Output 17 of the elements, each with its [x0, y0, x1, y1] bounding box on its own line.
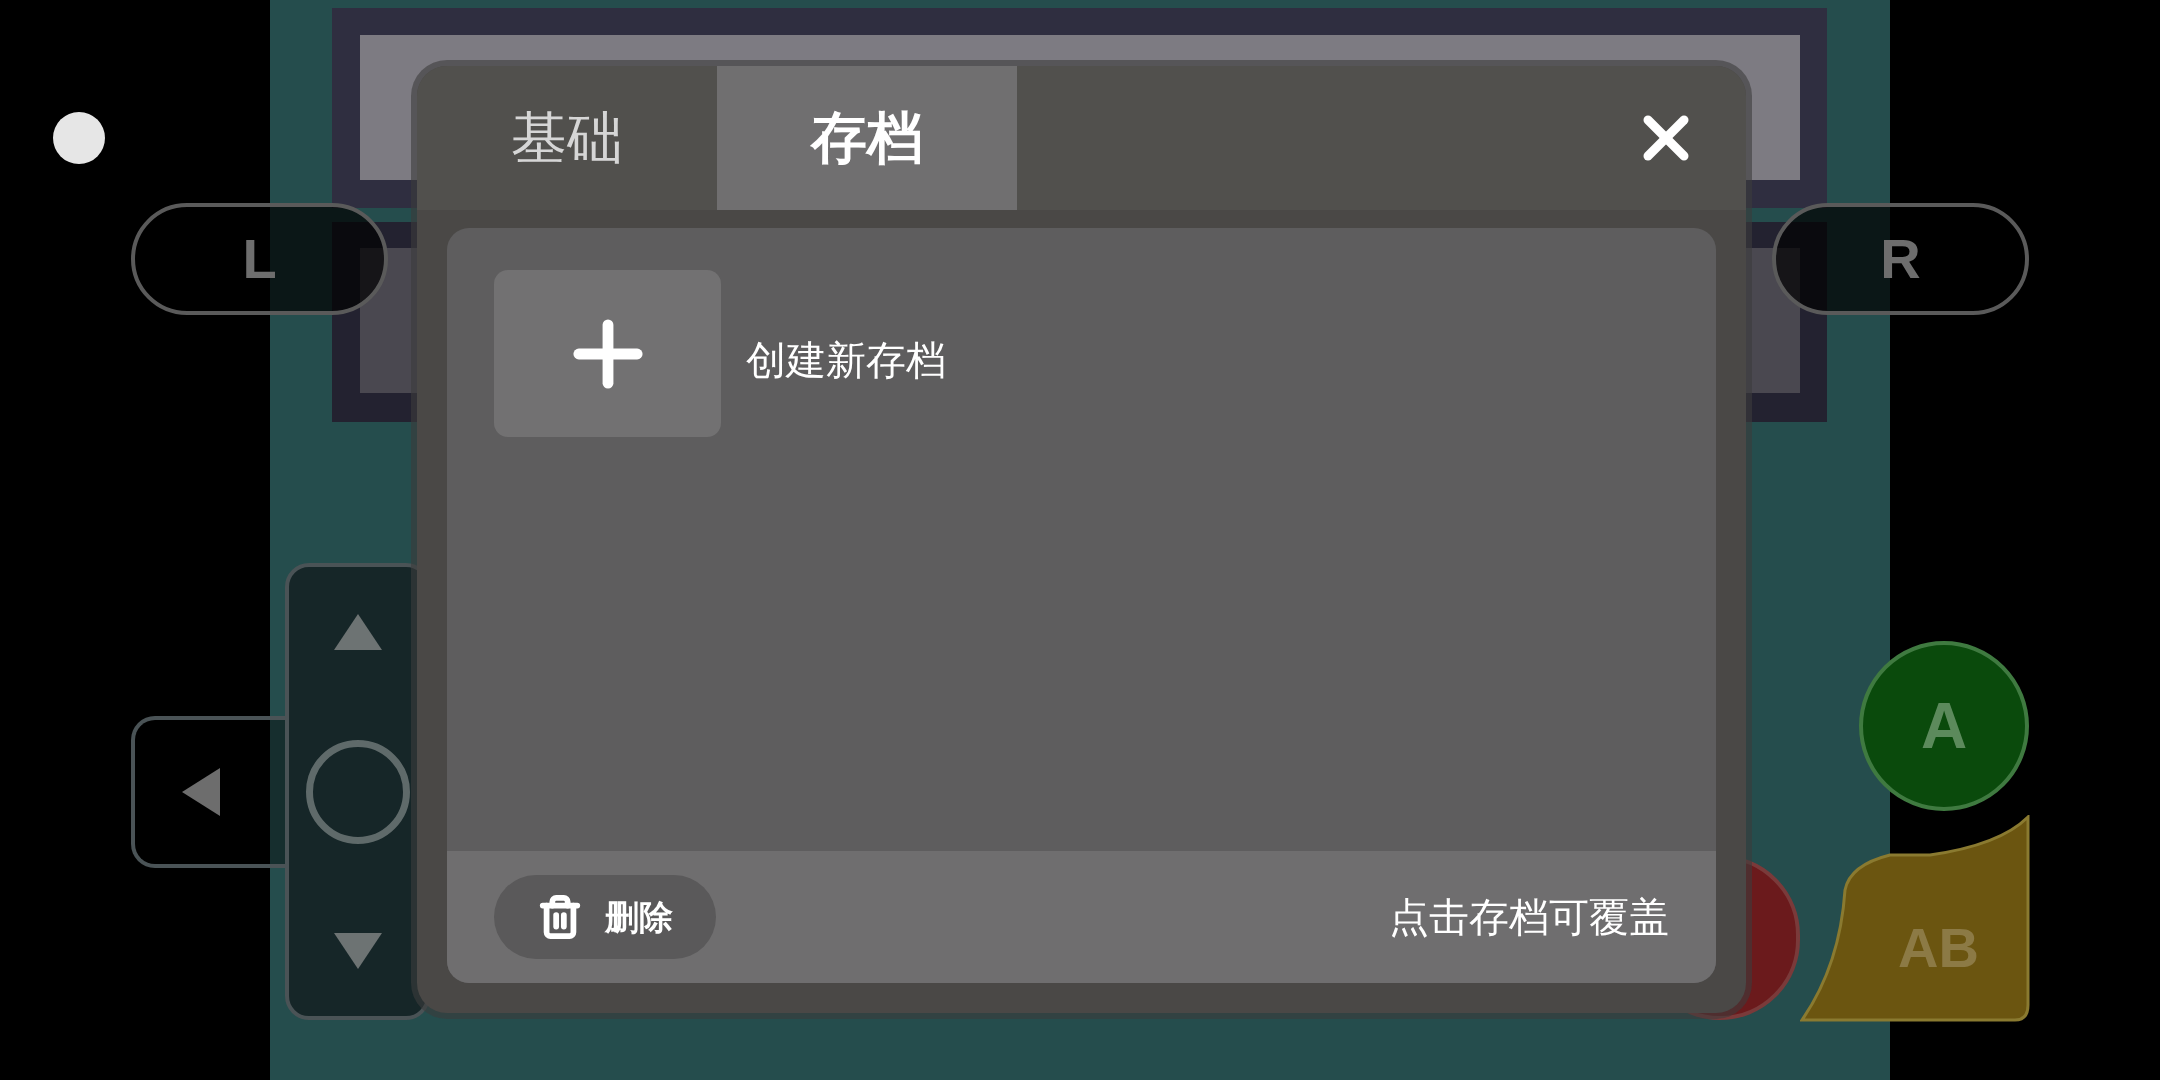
a-button[interactable]: A: [1859, 641, 2029, 811]
delete-button[interactable]: 删除: [494, 875, 716, 959]
left-arrow-icon: [180, 766, 222, 818]
r-shoulder-button[interactable]: R: [1772, 203, 2029, 315]
down-arrow-icon[interactable]: [331, 931, 384, 971]
l-shoulder-button[interactable]: L: [131, 203, 388, 315]
tab[interactable]: 存档: [717, 66, 1017, 210]
dpad[interactable]: [285, 563, 430, 1020]
center-ring-icon: [305, 739, 410, 844]
create-save-label: 创建新存档: [746, 337, 946, 384]
ab-button-shape[interactable]: [1800, 815, 2030, 1025]
create-save-button[interactable]: [494, 270, 721, 437]
tab[interactable]: 基础: [417, 66, 717, 210]
dpad-left-button[interactable]: [131, 716, 285, 868]
overwrite-hint: 点击存档可覆盖: [1389, 894, 1669, 941]
up-arrow-icon[interactable]: [331, 612, 384, 652]
trash-icon: [537, 894, 583, 940]
